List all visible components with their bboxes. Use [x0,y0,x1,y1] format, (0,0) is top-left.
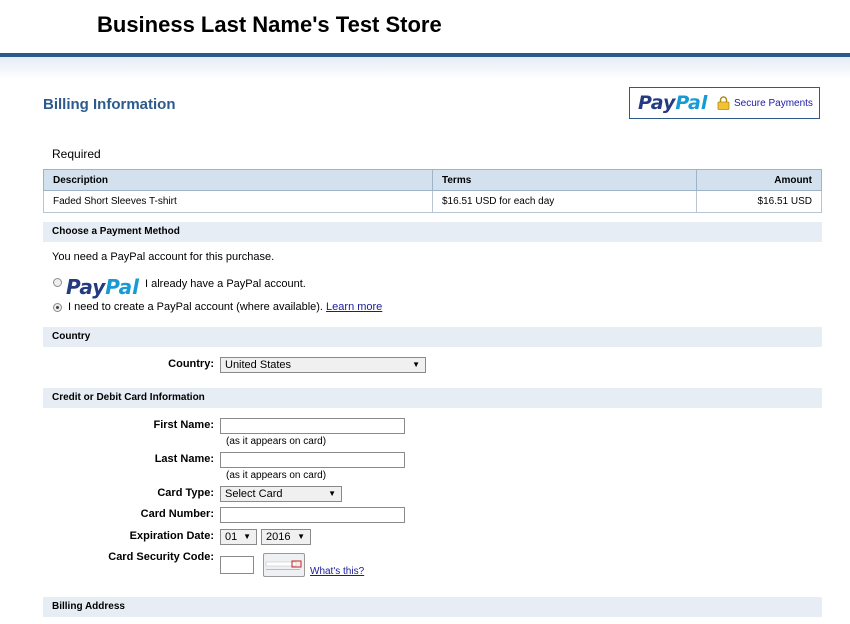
column-header-description: Description [43,169,433,191]
country-select[interactable]: United States ▼ [220,357,426,373]
chevron-down-icon: ▼ [297,532,305,541]
column-header-amount: Amount [696,169,822,191]
item-description: Faded Short Sleeves T-shirt [43,190,433,213]
header-gradient [0,57,850,79]
order-items-table: Description Terms Amount Faded Short Sle… [43,169,822,213]
card-type-select[interactable]: Select Card ▼ [220,486,342,502]
payment-method-section-title: Choose a Payment Method [43,222,822,242]
radio-existing-paypal[interactable] [53,278,62,287]
lock-icon [717,96,730,110]
store-title: Business Last Name's Test Store [97,12,442,37]
billing-heading: Billing Information [43,96,176,113]
secure-payments-label: Secure Payments [734,98,813,109]
item-amount: $16.51 USD [696,190,822,213]
exp-month-select[interactable]: 01 ▼ [220,529,257,545]
paypal-logo: PayPal [638,92,707,114]
chevron-down-icon: ▼ [243,532,251,541]
exp-month-value: 01 [225,531,238,543]
whats-this-link[interactable]: What's this? [310,566,364,577]
exp-year-select[interactable]: 2016 ▼ [261,529,311,545]
first-name-label: First Name: [153,419,214,431]
card-number-input[interactable] [220,507,405,523]
paypal-required-note: You need a PayPal account for this purch… [52,251,275,263]
card-number-label: Card Number: [140,508,214,520]
chevron-down-icon: ▼ [328,489,336,498]
card-type-label: Card Type: [157,487,214,499]
card-back-icon [263,553,305,577]
csc-label: Card Security Code: [108,551,214,563]
paypal-logo-part2: Pal [675,92,708,114]
chevron-down-icon: ▼ [412,360,420,369]
card-back-graphic [265,560,302,570]
last-name-label: Last Name: [154,453,214,465]
table-row: Faded Short Sleeves T-shirt $16.51 USD f… [43,190,822,213]
card-type-select-value: Select Card [225,488,283,500]
paypal-option-logo-part1: Pay [66,275,106,299]
table-header-row: Description Terms Amount [43,169,822,191]
item-terms: $16.51 USD for each day [432,190,697,213]
first-name-input[interactable] [220,418,405,434]
country-select-value: United States [225,359,292,371]
csc-input[interactable] [220,556,254,574]
paypal-logo-part1: Pay [638,92,676,114]
first-name-hint: (as it appears on card) [226,436,327,447]
paypal-option-logo: PayPal [66,275,139,299]
required-label: Required [52,147,101,161]
expiration-date-label: Expiration Date: [129,530,214,542]
last-name-hint: (as it appears on card) [226,470,327,481]
exp-year-value: 2016 [266,531,291,543]
country-section-title: Country [43,327,822,347]
paypal-secure-badge: PayPal Secure Payments [629,87,820,119]
learn-more-link[interactable]: Learn more [326,301,382,313]
existing-paypal-label[interactable]: I already have a PayPal account. [145,278,306,290]
country-label: Country: [168,358,214,370]
card-section-title: Credit or Debit Card Information [43,388,822,408]
radio-create-paypal[interactable] [53,303,62,312]
create-paypal-option: I need to create a PayPal account (where… [68,301,382,313]
create-paypal-label[interactable]: I need to create a PayPal account (where… [68,301,323,313]
column-header-terms: Terms [432,169,697,191]
billing-address-section-title: Billing Address [43,597,822,617]
paypal-option-logo-part2: Pal [105,275,140,299]
last-name-input[interactable] [220,452,405,468]
